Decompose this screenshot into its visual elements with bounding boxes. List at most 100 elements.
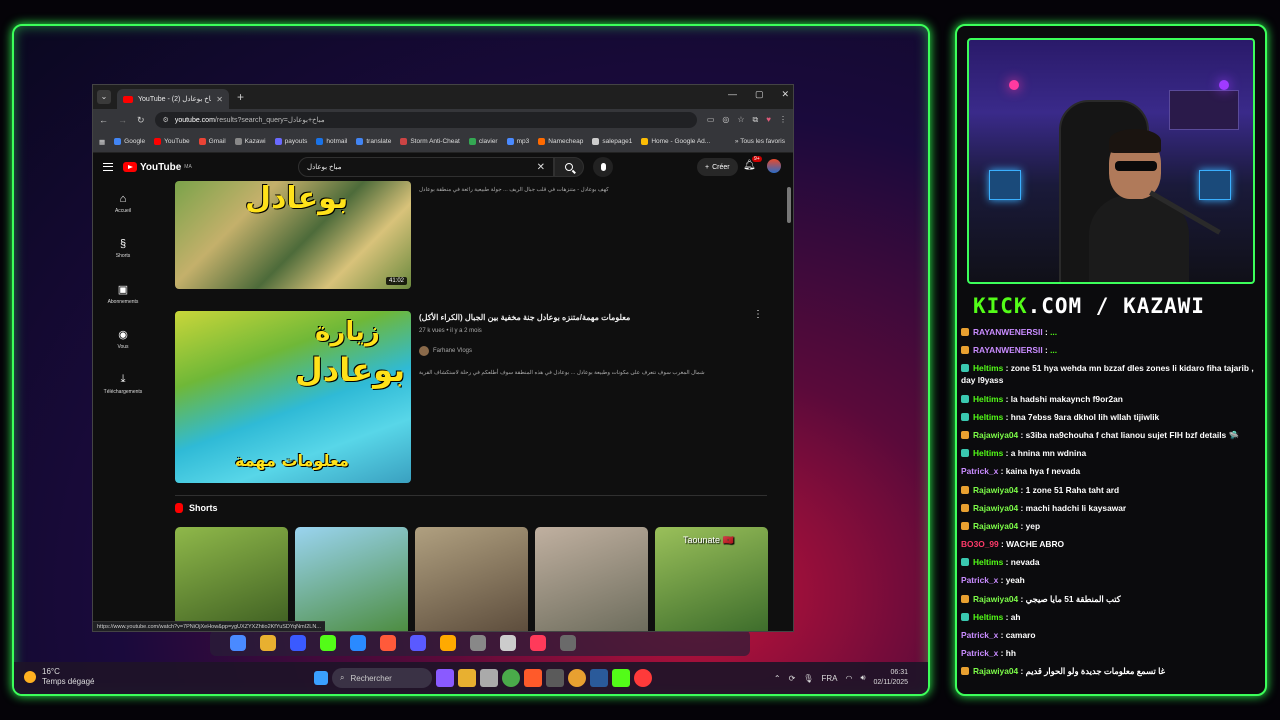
app-icon[interactable] [634, 669, 652, 687]
bookmark-item[interactable]: Kazawi [234, 138, 266, 145]
folder-icon[interactable] [458, 669, 476, 687]
bookmark-item[interactable]: translate [356, 138, 391, 145]
chat-username[interactable]: Heltims [973, 557, 1003, 567]
maximize-icon[interactable]: ▢ [755, 89, 764, 100]
app-icon[interactable] [612, 669, 630, 687]
short-card[interactable] [175, 527, 288, 631]
chat-username[interactable]: Rajawiya04 [973, 430, 1018, 440]
url-input[interactable]: ⚙ youtube.com/results?search_query=مباخ+… [154, 112, 697, 128]
chat-username[interactable]: BO3O_99 [961, 539, 999, 549]
chat-username[interactable]: Heltims [973, 448, 1003, 458]
clock[interactable]: 06:31 02/11/2025 [873, 668, 908, 688]
bookmark-item[interactable]: salepage1 [592, 138, 632, 145]
video-thumbnail-2[interactable]: زيارة بوعادل معلومات مهمة [175, 311, 411, 483]
chat-username[interactable]: Rajawiya04 [973, 503, 1018, 513]
short-card[interactable]: Taounate 🇲🇦 [655, 527, 768, 631]
apps-grid-icon[interactable]: ▦ [99, 138, 105, 146]
close-tab-icon[interactable]: ✕ [216, 95, 223, 104]
chat-username[interactable]: Rajawiya04 [973, 666, 1018, 676]
sidebar-item-shorts[interactable]: § Shorts [93, 226, 153, 271]
chat-username[interactable]: Patrick_x [961, 630, 998, 640]
sync-icon[interactable]: ⟳ [789, 674, 796, 683]
short-card[interactable] [295, 527, 408, 631]
chat-message: Patrick_x : kaina hya f nevada [961, 465, 1265, 477]
sidebar-item-abonnements[interactable]: ▣ Abonnements [93, 271, 153, 316]
close-window-icon[interactable]: ✕ [781, 89, 789, 100]
page-scrollbar[interactable] [787, 187, 791, 223]
taskbar-search[interactable]: ⌕ Rechercher [332, 668, 432, 688]
chat-username[interactable]: Patrick_x [961, 648, 998, 658]
chat-username[interactable]: RAYANWENERSII [973, 327, 1043, 337]
voice-search-button[interactable] [593, 157, 613, 177]
chat-username[interactable]: Heltims [973, 612, 1003, 622]
brave-icon[interactable] [524, 669, 542, 687]
search-button[interactable] [554, 157, 584, 177]
all-bookmarks-link[interactable]: » Tous les favoris [735, 138, 785, 145]
video-thumbnail-1[interactable]: بوعادل 41:02 [175, 181, 411, 289]
chat-separator: : [1042, 327, 1051, 337]
menu-hamburger-icon[interactable] [103, 163, 113, 171]
bookmark-star-icon[interactable]: ☆ [737, 115, 744, 125]
chat-username[interactable]: Heltims [973, 394, 1003, 404]
chat-username[interactable]: RAYANWENERSII [973, 345, 1043, 355]
new-tab-button[interactable]: + [237, 90, 244, 104]
sidebar-item-vous[interactable]: ◉ Vous [93, 316, 153, 361]
minimize-icon[interactable]: — [728, 89, 737, 100]
reload-icon[interactable]: ↻ [137, 115, 145, 126]
chat-username[interactable]: Patrick_x [961, 466, 998, 476]
chrome-icon[interactable] [502, 669, 520, 687]
tab-search-button[interactable]: ⌄ [97, 90, 111, 104]
bookmark-item[interactable]: hotmail [316, 138, 347, 145]
notifications-button[interactable]: 🔔︎ 9+ [743, 156, 762, 171]
window-controls: — ▢ ✕ [728, 89, 789, 100]
cast-icon[interactable]: ▭ [707, 115, 715, 125]
chat-username[interactable]: Rajawiya04 [973, 521, 1018, 531]
bookmark-item[interactable]: clavier [468, 138, 498, 145]
chat-username[interactable]: Rajawiya04 [973, 485, 1018, 495]
video-options-icon[interactable]: ⋮ [753, 309, 763, 320]
profile-icon[interactable]: ♥ [766, 115, 771, 125]
sidebar-item-accueil[interactable]: ⌂ Accueil [93, 181, 153, 226]
forward-icon[interactable]: → [118, 115, 127, 125]
account-avatar[interactable] [767, 159, 781, 173]
steam-icon[interactable] [590, 669, 608, 687]
short-card[interactable] [535, 527, 648, 631]
wifi-icon[interactable]: ◠ [845, 674, 852, 683]
chat-username[interactable]: Heltims [973, 363, 1003, 373]
site-info-icon[interactable]: ⚙ [163, 116, 169, 124]
bookmark-item[interactable]: YouTube [154, 138, 190, 145]
sidebar-item-tlchargements[interactable]: ⤓ Téléchargements [93, 361, 153, 406]
bookmark-item[interactable]: Storm Anti-Cheat [400, 138, 460, 145]
youtube-logo[interactable]: YouTube MA [123, 162, 192, 173]
extensions-icon[interactable]: ⧉ [753, 115, 759, 125]
microphone-icon[interactable]: 🎙︎ [803, 674, 813, 683]
app-icon[interactable] [546, 669, 564, 687]
chrome-icon[interactable] [568, 669, 586, 687]
back-icon[interactable]: ← [99, 115, 108, 125]
bookmark-item[interactable]: Google [114, 138, 145, 145]
chevron-up-icon[interactable]: ⌃ [774, 674, 781, 683]
create-button[interactable]: + Créer [697, 158, 738, 176]
bookmark-item[interactable]: Gmail [198, 138, 226, 145]
language-indicator[interactable]: FRA [821, 674, 837, 683]
eye-off-icon[interactable]: ◎ [722, 115, 729, 125]
menu-kebab-icon[interactable]: ⋮ [779, 115, 787, 125]
start-windows-icon[interactable] [314, 671, 328, 685]
app-icon[interactable] [436, 669, 454, 687]
bookmark-item[interactable]: Namecheap [538, 138, 583, 145]
chat-username[interactable]: Heltims [973, 412, 1003, 422]
bookmark-item[interactable]: payouts [274, 138, 307, 145]
channel-link[interactable]: Farhane Vlogs [419, 346, 472, 356]
tab-youtube[interactable]: YouTube - مباخ بوعادل (2) ✕ [117, 89, 229, 109]
app-icon[interactable] [480, 669, 498, 687]
video-title-2[interactable]: معلومات مهمة/متنزه بوعادل جنة مخفية بين … [419, 313, 630, 322]
volume-icon[interactable]: 🔊︎ [860, 673, 865, 683]
weather-widget[interactable]: 16°C Temps dégagé [24, 667, 94, 687]
youtube-search-input[interactable]: مباخ بوعادل ✕ [298, 157, 554, 177]
short-card[interactable] [415, 527, 528, 631]
bookmark-item[interactable]: mp3 [506, 138, 529, 145]
chat-username[interactable]: Patrick_x [961, 575, 998, 585]
bookmark-item[interactable]: Home - Google Ad... [641, 138, 710, 145]
clear-search-icon[interactable]: ✕ [537, 162, 545, 173]
chat-username[interactable]: Rajawiya04 [973, 594, 1018, 604]
